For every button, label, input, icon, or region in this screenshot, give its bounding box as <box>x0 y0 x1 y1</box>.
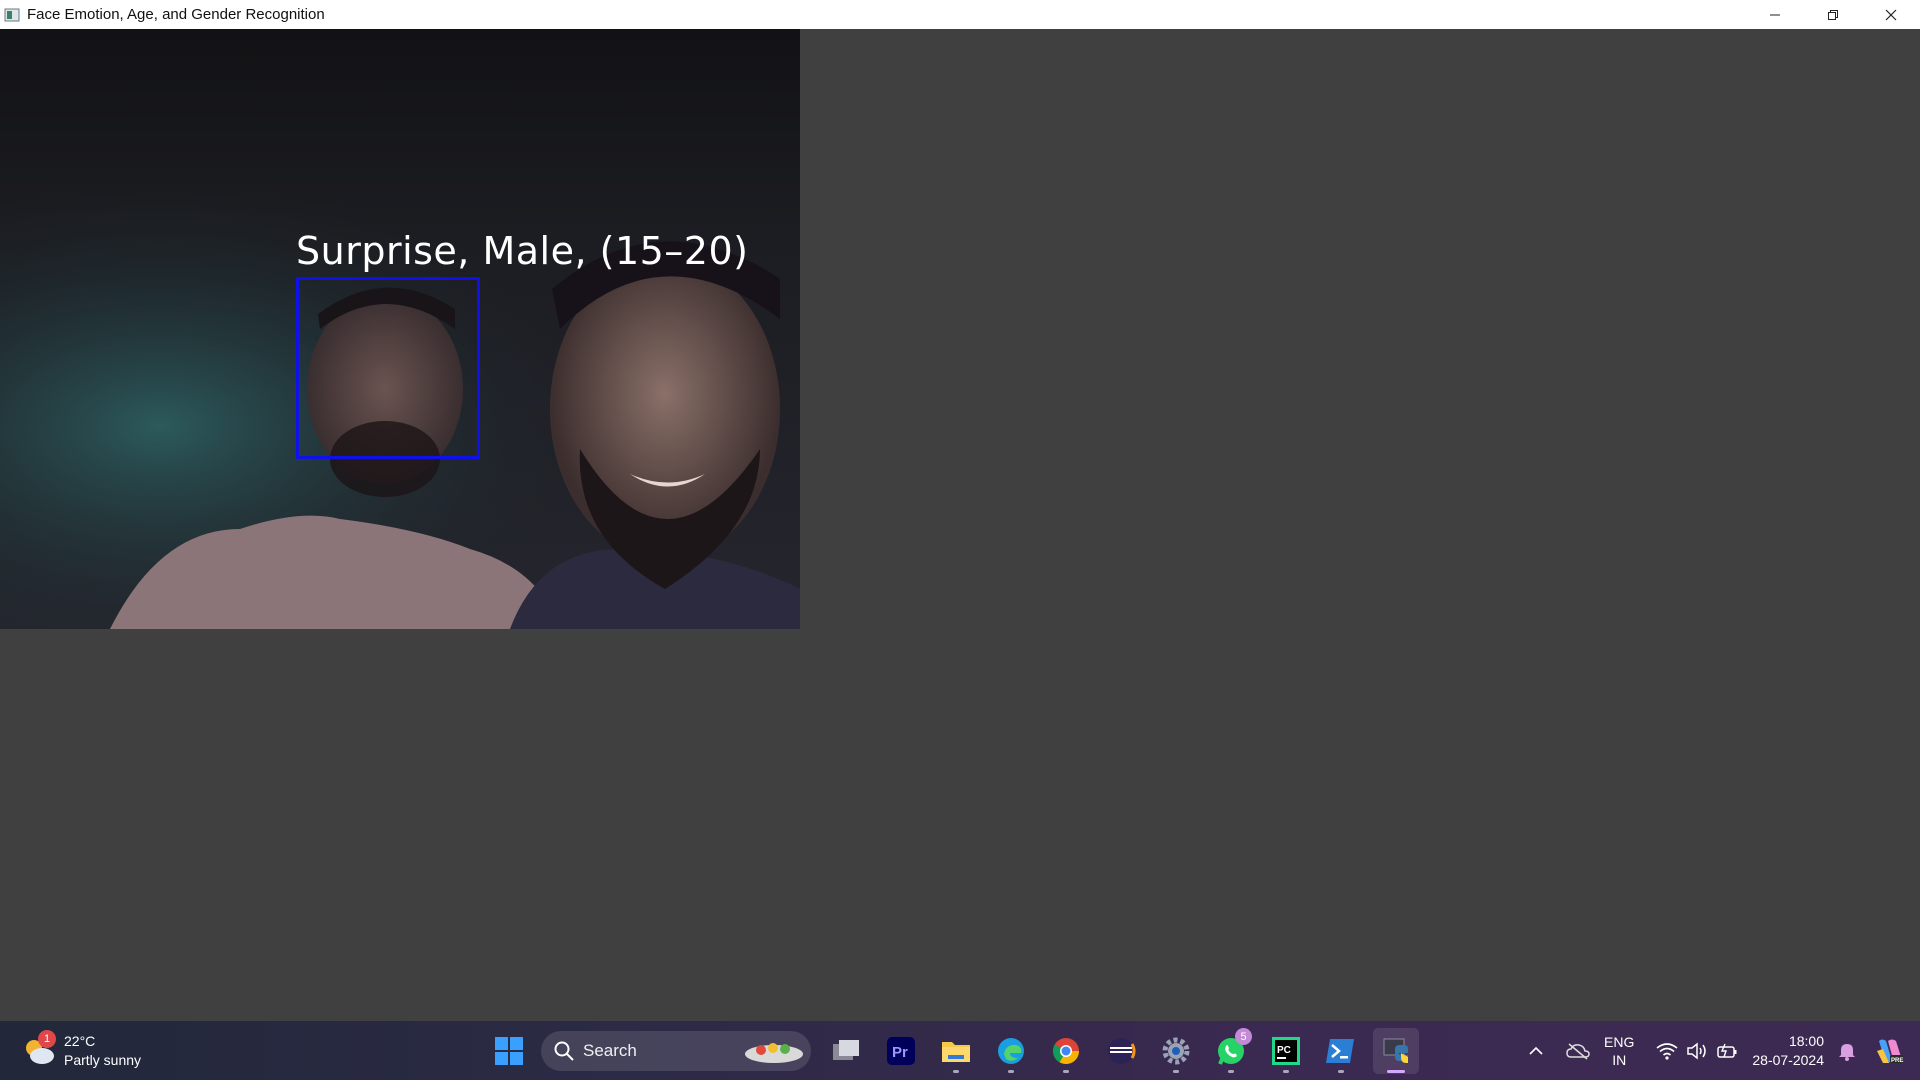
edge-icon <box>998 1038 1024 1064</box>
window-controls <box>1746 0 1920 29</box>
windows-logo-icon <box>495 1037 523 1065</box>
weather-temp: 22°C <box>64 1033 96 1049</box>
language-indicator[interactable]: ENG IN <box>1604 1033 1634 1069</box>
svg-text:PRE: PRE <box>1891 1058 1903 1064</box>
notifications-button[interactable] <box>1838 1041 1856 1061</box>
svg-text:Pr: Pr <box>892 1044 908 1061</box>
show-hidden-icons-button[interactable] <box>1528 1043 1544 1059</box>
close-icon <box>1885 9 1897 20</box>
running-indicator <box>953 1070 959 1073</box>
restore-button[interactable] <box>1804 0 1862 29</box>
eclipse-button[interactable] <box>1098 1028 1144 1074</box>
task-view-button[interactable] <box>823 1028 869 1074</box>
clock-date: 28-07-2024 <box>1752 1051 1824 1068</box>
app-canvas: Surprise, Male, (15–20) <box>0 29 1920 1021</box>
pycharm-button[interactable]: PC <box>1263 1028 1309 1074</box>
edge-button[interactable] <box>988 1028 1034 1074</box>
whatsapp-button[interactable]: 5 <box>1208 1028 1254 1074</box>
minimize-icon <box>1770 14 1780 15</box>
file-explorer-button[interactable] <box>933 1028 979 1074</box>
weather-badge: 1 <box>38 1030 56 1048</box>
terminal-icon <box>1326 1039 1354 1063</box>
task-view-icon <box>833 1040 859 1060</box>
battery-status[interactable] <box>1716 1042 1738 1060</box>
terminal-button[interactable] <box>1318 1028 1364 1074</box>
running-indicator <box>1283 1070 1289 1073</box>
title-bar: Face Emotion, Age, and Gender Recognitio… <box>0 0 1920 29</box>
clock-time: 18:00 <box>1788 1032 1824 1049</box>
active-indicator <box>1387 1070 1405 1073</box>
restore-icon <box>1828 9 1838 20</box>
region-code: IN <box>1612 1051 1627 1068</box>
language-code: ENG <box>1604 1033 1635 1050</box>
running-indicator <box>1228 1070 1234 1073</box>
search-label: Search <box>583 1041 637 1060</box>
bell-icon <box>1839 1043 1855 1061</box>
app-icon <box>4 7 20 23</box>
pycharm-icon: PC <box>1272 1037 1300 1065</box>
premiere-pro-icon: Pr <box>887 1037 915 1065</box>
running-indicator <box>1173 1070 1179 1073</box>
minimize-button[interactable] <box>1746 0 1804 29</box>
clock[interactable]: 18:00 28-07-2024 <box>1752 1032 1824 1070</box>
settings-button[interactable] <box>1153 1028 1199 1074</box>
speaker-icon <box>1687 1041 1707 1060</box>
onedrive-button[interactable] <box>1566 1042 1590 1060</box>
window-title: Face Emotion, Age, and Gender Recognitio… <box>27 6 325 23</box>
chrome-icon <box>1052 1038 1080 1065</box>
weather-condition: Partly sunny <box>64 1052 142 1068</box>
weather-widget[interactable]: 1 22°C Partly sunny <box>22 1029 141 1073</box>
copilot-icon: PRE <box>1877 1039 1903 1064</box>
start-button[interactable] <box>486 1028 532 1074</box>
premiere-pro-button[interactable]: Pr <box>878 1028 924 1074</box>
detection-label: Surprise, Male, (15–20) <box>296 229 749 273</box>
taskbar-apps: Search Pr 5 PC <box>486 1028 1428 1074</box>
search-icon <box>554 1041 574 1061</box>
search-highlight-icon <box>745 1043 803 1063</box>
python-icon <box>1383 1038 1408 1063</box>
camera-feed: Surprise, Male, (15–20) <box>0 29 800 629</box>
volume-status[interactable] <box>1686 1041 1708 1060</box>
chrome-button[interactable] <box>1043 1028 1089 1074</box>
eclipse-icon <box>1108 1038 1136 1064</box>
gear-icon <box>1162 1037 1190 1065</box>
wifi-icon <box>1656 1042 1678 1060</box>
copilot-button[interactable]: PRE <box>1874 1037 1904 1065</box>
face-bounding-box <box>296 277 480 459</box>
wifi-status[interactable] <box>1656 1042 1678 1060</box>
running-indicator <box>1338 1070 1344 1073</box>
cloud-off-icon <box>1566 1042 1590 1060</box>
python-app-button[interactable] <box>1373 1028 1419 1074</box>
close-button[interactable] <box>1862 0 1920 29</box>
taskbar-search[interactable]: Search <box>541 1031 811 1071</box>
notification-badge: 5 <box>1235 1028 1252 1045</box>
taskbar: 1 22°C Partly sunny Search Pr 5 PC ENG I… <box>0 1021 1920 1080</box>
running-indicator <box>1008 1070 1014 1073</box>
chevron-up-icon <box>1529 1046 1543 1055</box>
partly-sunny-icon: 1 <box>22 1030 56 1068</box>
system-tray: ENG IN 18:00 28-07-2024 PRE <box>1516 1021 1920 1080</box>
svg-text:PC: PC <box>1277 1045 1291 1056</box>
battery-charging-icon <box>1717 1043 1737 1058</box>
folder-icon <box>942 1042 970 1062</box>
running-indicator <box>1063 1070 1069 1073</box>
